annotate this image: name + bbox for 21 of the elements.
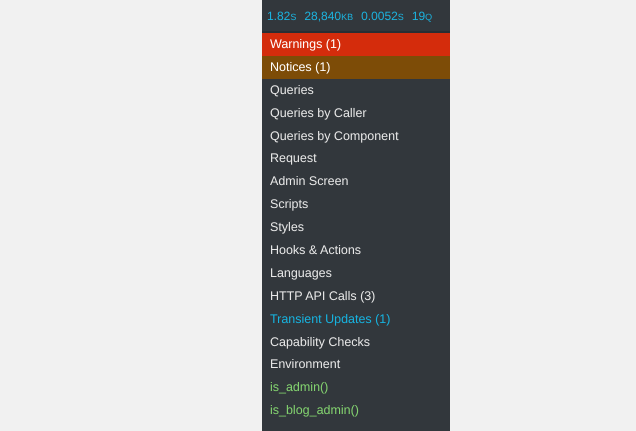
menu-item[interactable]: Admin Screen <box>262 170 450 194</box>
menu-item[interactable]: Languages <box>262 262 450 285</box>
menu-item[interactable]: Request <box>262 147 450 170</box>
menu-item[interactable]: Queries <box>262 78 450 102</box>
menu-item[interactable]: Transient Updates (1) <box>262 308 450 331</box>
stat-reading: 0.0052S <box>361 8 404 24</box>
menu-item[interactable]: is_blog_admin() <box>262 399 450 422</box>
menu-item[interactable]: is_admin() <box>262 376 450 400</box>
menu-item[interactable]: HTTP API Calls (3) <box>262 284 450 308</box>
menu-item[interactable]: Scripts <box>262 193 450 216</box>
menu-item[interactable]: Queries by Caller <box>262 102 450 125</box>
menu-item[interactable]: Capability Checks <box>262 330 450 354</box>
stat-reading: 28,840KB <box>304 8 354 24</box>
menu-item[interactable]: Warnings (1) <box>262 33 450 56</box>
menu-item[interactable]: Notices (1) <box>262 56 450 79</box>
stat-reading: 1.82S <box>267 8 296 24</box>
menu-item[interactable]: Queries by Component <box>262 124 450 148</box>
stat-reading: 19Q <box>412 8 432 24</box>
menu-item[interactable]: Styles <box>262 216 450 240</box>
menu-item[interactable]: Hooks & Actions <box>262 239 450 262</box>
menu-item[interactable]: Environment <box>262 353 450 376</box>
